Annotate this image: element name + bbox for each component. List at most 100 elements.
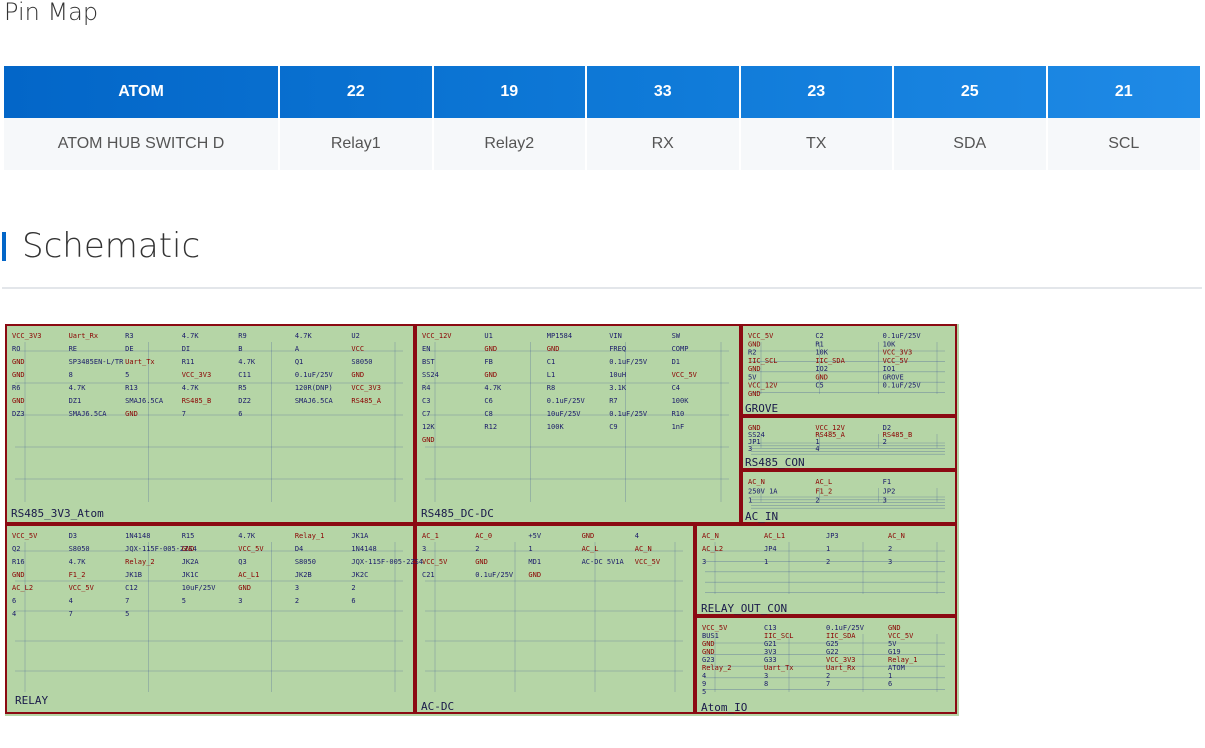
schematic-label: C4 xyxy=(672,384,680,392)
pin-map-cell: RX xyxy=(586,118,741,170)
schematic-label: 2 xyxy=(475,545,479,553)
schematic-label: U2 xyxy=(351,332,359,340)
schematic-label: GND xyxy=(475,558,488,566)
schematic-label: GND xyxy=(351,371,364,379)
schematic-label: 5 xyxy=(702,688,706,696)
schematic-label: 0.1uF/25V xyxy=(475,571,514,579)
schematic-label: 0.1uF/25V xyxy=(883,382,922,390)
schematic-label: Relay_1 xyxy=(888,656,918,664)
schematic-label: R9 xyxy=(238,332,246,340)
schematic-label: 6 xyxy=(888,680,892,688)
pin-map-header-cell: 23 xyxy=(739,66,894,118)
schematic-label: ATOM xyxy=(888,664,905,672)
schematic-label: Q1 xyxy=(295,358,303,366)
schematic-label: AC_N xyxy=(702,532,719,540)
schematic-label: AC_L2 xyxy=(12,584,33,592)
schematic-label: Relay_2 xyxy=(125,558,155,566)
pin-map-cell: TX xyxy=(739,118,894,170)
schematic-label: VCC_3V3 xyxy=(883,349,913,357)
schematic-label: Uart_Tx xyxy=(125,358,155,366)
schematic-label: 1N4148 xyxy=(125,532,150,540)
schematic-label: AC_0 xyxy=(475,532,492,540)
schematic-label: Uart_Rx xyxy=(826,664,856,672)
schematic-label: R15 xyxy=(182,532,195,540)
schematic-label: 0.1uF/25V xyxy=(826,624,865,632)
schematic-panel-title: RELAY_OUT_CON xyxy=(701,602,787,615)
schematic-label: BUS1 xyxy=(702,632,719,640)
schematic-label: 0.1uF/25V xyxy=(883,332,922,340)
schematic-label: AC_L1 xyxy=(764,532,785,540)
schematic-label: 7 xyxy=(69,610,73,618)
schematic-label: 8 xyxy=(764,680,768,688)
schematic-label: 3 xyxy=(748,445,752,453)
schematic-label: VCC_5V xyxy=(635,558,661,566)
schematic-panel-title: GROVE xyxy=(745,402,778,415)
schematic-label: GND xyxy=(125,410,138,418)
schematic-label: VCC_5V xyxy=(69,584,95,592)
schematic-label: S8050 xyxy=(351,358,372,366)
schematic-panel-title: AC_IN xyxy=(745,510,778,523)
schematic-label: VCC_5V xyxy=(883,357,909,365)
schematic-label: 10K xyxy=(815,349,828,357)
schematic-label: 10K xyxy=(883,340,896,348)
schematic-label: L1 xyxy=(547,371,555,379)
schematic-label: S8050 xyxy=(295,558,316,566)
schematic-label: 4.7K xyxy=(182,332,200,340)
schematic-label: 0.1uF/25V xyxy=(547,397,586,405)
schematic-panel-title: Atom_IO xyxy=(701,701,747,714)
schematic-label: GND xyxy=(12,371,25,379)
schematic-label: DZ3 xyxy=(12,410,25,418)
schematic-label: 3 xyxy=(238,597,242,605)
schematic-label: JP4 xyxy=(764,545,777,553)
schematic-label: 2 xyxy=(883,438,887,446)
schematic-label: 120R(DNP) xyxy=(295,384,333,392)
pin-map-table: ATOM 22 19 33 23 25 21 ATOM HUB SWITCH D… xyxy=(4,66,1200,170)
pin-map-header-cell: 21 xyxy=(1114,83,1133,100)
schematic-label: 10uF/25V xyxy=(182,584,217,592)
schematic-label: Uart_Tx xyxy=(764,664,794,672)
schematic-label: VCC xyxy=(351,345,364,353)
schematic-label: 4 xyxy=(702,672,706,680)
schematic-label: SW xyxy=(672,332,681,340)
schematic-label: 4 xyxy=(69,597,73,605)
schematic-label: G19 xyxy=(888,648,901,656)
schematic-label: AC-DC 5V1A xyxy=(582,558,625,566)
schematic-label: GND xyxy=(182,545,195,553)
schematic-label: C11 xyxy=(238,371,251,379)
schematic-label: DI xyxy=(182,345,190,353)
schematic-label: 100K xyxy=(547,423,565,431)
schematic-label: 100K xyxy=(672,397,690,405)
schematic-panel-title: RS485_CON xyxy=(745,456,805,469)
schematic-label: 1 xyxy=(826,545,830,553)
schematic-label: GND xyxy=(484,345,497,353)
schematic-diagram: RS485_3V3_Atom RS485_DC-DC GROVE RS485_CON A… xyxy=(5,324,959,716)
schematic-label: 3 xyxy=(295,584,299,592)
schematic-label: 1 xyxy=(764,558,768,566)
schematic-label: JP2 xyxy=(883,487,896,495)
schematic-label: MP1584 xyxy=(547,332,572,340)
schematic-label: GND xyxy=(12,571,25,579)
pin-map-header-cell: 19 xyxy=(432,66,587,118)
schematic-label: 5V xyxy=(748,373,757,381)
schematic-label: 6 xyxy=(351,597,355,605)
schematic-label: SMAJ6.5CA xyxy=(295,397,334,405)
schematic-label: COMP xyxy=(672,345,689,353)
schematic-label: VCC_3V3 xyxy=(351,384,381,392)
schematic-label: 12K xyxy=(422,423,435,431)
schematic-label: JK2B xyxy=(295,571,312,579)
schematic-label: SMAJ6.5CA xyxy=(69,410,108,418)
section-divider xyxy=(2,287,1202,289)
schematic-label: GND xyxy=(702,648,715,656)
schematic-label: C3 xyxy=(422,397,430,405)
schematic-label: 0.1uF/25V xyxy=(609,410,648,418)
schematic-label: VCC_5V xyxy=(238,545,264,553)
schematic-label: R16 xyxy=(12,558,25,566)
schematic-label: 7 xyxy=(826,680,830,688)
schematic-label: AC_N xyxy=(635,545,652,553)
schematic-label: 5 xyxy=(125,371,129,379)
schematic-panel-title: RELAY xyxy=(15,694,48,707)
schematic-label: IO1 xyxy=(883,365,896,373)
schematic-title: Schematic xyxy=(22,226,201,266)
schematic-label: G23 xyxy=(702,656,715,664)
schematic-label: 2 xyxy=(888,545,892,553)
